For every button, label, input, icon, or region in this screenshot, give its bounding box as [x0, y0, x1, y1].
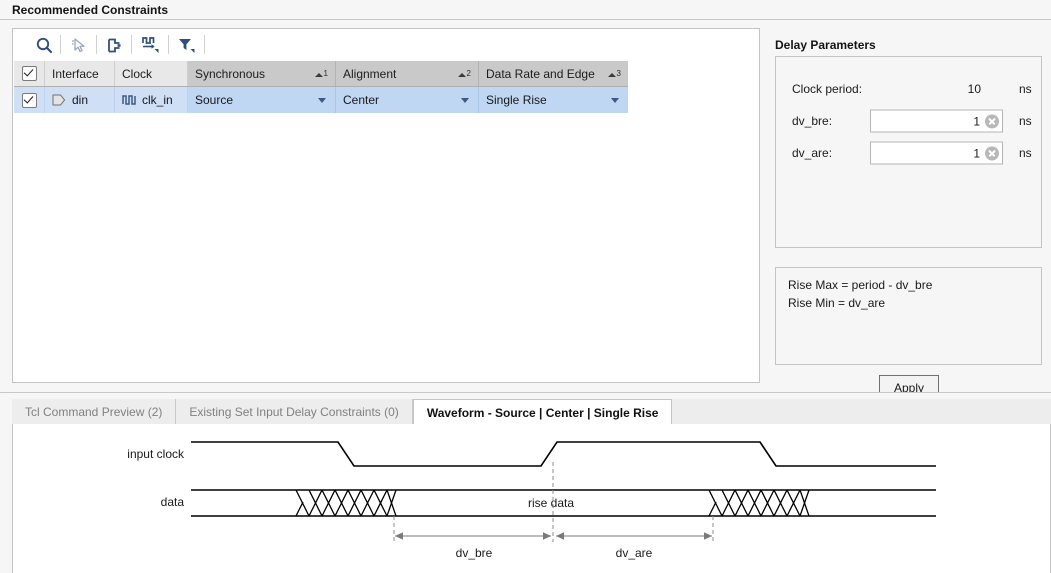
- delay-parameters-title: Delay Parameters: [775, 38, 876, 52]
- toolbar-separator: [96, 35, 97, 54]
- column-label: Data Rate and Edge: [486, 66, 595, 81]
- cell-alignment-dropdown[interactable]: Center: [336, 87, 479, 113]
- column-label: Interface: [52, 66, 99, 81]
- table-row[interactable]: din clk_in Source Center Single Rise: [14, 87, 628, 113]
- cell-interface: din: [45, 87, 115, 113]
- search-icon[interactable]: [31, 33, 57, 57]
- sort-indicator-1: 1: [314, 68, 328, 78]
- column-label: Clock: [122, 66, 153, 81]
- toolbar-separator: [131, 35, 132, 54]
- chevron-up-icon: [457, 72, 466, 77]
- column-header-clock[interactable]: Clock: [115, 61, 188, 86]
- tab-existing-set-input-delay-constraints[interactable]: Existing Set Input Delay Constraints (0): [176, 399, 413, 425]
- dimension-label-dv-bre: dv_bre: [456, 546, 493, 560]
- bottom-dock-area: Tcl Command Preview (2) Existing Set Inp…: [0, 392, 1051, 573]
- clear-icon[interactable]: [985, 146, 999, 160]
- clock-period-unit: ns: [1019, 82, 1032, 96]
- equation-rise-min: Rise Min = dv_are: [788, 296, 886, 310]
- checkbox-glyph: [21, 66, 37, 81]
- table-header-row: Interface Clock Synchronous 1 Alignment: [14, 61, 628, 87]
- column-header-data-rate-and-edge[interactable]: Data Rate and Edge 3: [479, 61, 628, 86]
- constraints-panel: Interface Clock Synchronous 1 Alignment: [12, 28, 760, 383]
- constraints-toolbar: [13, 29, 759, 61]
- equation-rise-max: Rise Max = period - dv_bre: [788, 278, 933, 292]
- param-row-dv-are: dv_are: 1 ns: [776, 140, 1041, 166]
- row-checkbox[interactable]: [14, 87, 45, 113]
- column-label: Synchronous: [195, 66, 266, 81]
- dv-are-unit: ns: [1019, 146, 1032, 160]
- clock-period-label: Clock period:: [792, 82, 863, 96]
- toolbar-separator: [204, 35, 205, 54]
- waveform-view: input clock data rise data dv_bre dv_are: [12, 424, 1051, 573]
- column-label: Alignment: [343, 66, 397, 81]
- toolbar-separator: [168, 35, 169, 54]
- annotation-rise-data: rise data: [528, 496, 574, 510]
- alignment-value: Center: [343, 93, 380, 107]
- cell-data-rate-dropdown[interactable]: Single Rise: [479, 87, 628, 113]
- sort-indicator-2: 2: [457, 68, 471, 78]
- waveform-diagram: input clock data rise data dv_bre dv_are: [127, 441, 936, 560]
- data-rate-value: Single Rise: [486, 93, 547, 107]
- chevron-down-icon: [461, 98, 469, 103]
- clock-name: clk_in: [142, 93, 173, 107]
- chevron-up-icon: [314, 72, 323, 77]
- dv-are-input[interactable]: 1: [870, 141, 1003, 165]
- upper-work-area: Interface Clock Synchronous 1 Alignment: [0, 20, 1051, 401]
- dv-bre-unit: ns: [1019, 114, 1032, 128]
- cell-synchronous-dropdown[interactable]: Source: [188, 87, 336, 113]
- sort-order: 2: [466, 68, 471, 78]
- column-header-interface[interactable]: Interface: [45, 61, 115, 86]
- tab-waveform[interactable]: Waveform - Source | Center | Single Rise: [412, 399, 673, 425]
- page-title: Recommended Constraints: [12, 3, 169, 17]
- checkbox-glyph: [21, 92, 37, 108]
- dv-are-label: dv_are:: [792, 146, 833, 160]
- auto-fit-icon[interactable]: [101, 33, 127, 57]
- filter-icon[interactable]: [173, 33, 199, 57]
- dv-are-value: 1: [973, 146, 980, 160]
- sort-order: 3: [616, 68, 621, 78]
- tab-label: Waveform - Source | Center | Single Rise: [426, 405, 659, 420]
- param-row-clock-period: Clock period: 10 ns: [776, 76, 1041, 102]
- tab-label: Existing Set Input Delay Constraints (0): [189, 405, 399, 419]
- toolbar-separator: [60, 35, 61, 54]
- interface-name: din: [72, 93, 89, 107]
- tab-label: Tcl Command Preview (2): [25, 405, 163, 419]
- sort-indicator-3: 3: [607, 68, 621, 78]
- dv-bre-input[interactable]: 1: [870, 109, 1003, 133]
- dv-bre-label: dv_bre:: [792, 114, 833, 128]
- signal-label-data: data: [161, 495, 185, 509]
- clock-period-value: 10: [967, 82, 981, 96]
- port-icon: [52, 94, 66, 106]
- dv-bre-value: 1: [973, 114, 980, 128]
- delay-parameters-box: Clock period: 10 ns dv_bre: 1 ns dv_are:…: [775, 56, 1042, 248]
- chevron-up-icon: [607, 72, 616, 77]
- signal-label-input-clock: input clock: [127, 447, 185, 461]
- synchronous-value: Source: [195, 93, 234, 107]
- param-row-dv-bre: dv_bre: 1 ns: [776, 108, 1041, 134]
- header-select-all-checkbox[interactable]: [14, 61, 45, 86]
- sort-order: 1: [323, 68, 328, 78]
- data-transition-region-left: [295, 489, 397, 517]
- tab-tcl-command-preview[interactable]: Tcl Command Preview (2): [12, 399, 177, 425]
- constraints-table: Interface Clock Synchronous 1 Alignment: [14, 61, 628, 113]
- chevron-down-icon: [611, 98, 619, 103]
- clock-waveform: [191, 441, 936, 467]
- clear-icon[interactable]: [985, 114, 999, 128]
- tab-strip-filler: [672, 399, 1051, 425]
- cell-clock: clk_in: [115, 87, 188, 113]
- panel-title-bar: Recommended Constraints: [0, 0, 1051, 20]
- equations-box: Rise Max = period - dv_bre Rise Min = dv…: [775, 267, 1042, 365]
- data-transition-region-right: [708, 489, 810, 517]
- waveform-icon[interactable]: [137, 33, 163, 57]
- chevron-down-icon: [318, 98, 326, 103]
- column-header-synchronous[interactable]: Synchronous 1: [188, 61, 336, 86]
- tab-strip: Tcl Command Preview (2) Existing Set Inp…: [12, 399, 1051, 425]
- select-cursor-icon[interactable]: [66, 33, 92, 57]
- column-header-alignment[interactable]: Alignment 2: [336, 61, 479, 86]
- dimension-label-dv-are: dv_are: [616, 546, 653, 560]
- clock-icon: [122, 94, 136, 106]
